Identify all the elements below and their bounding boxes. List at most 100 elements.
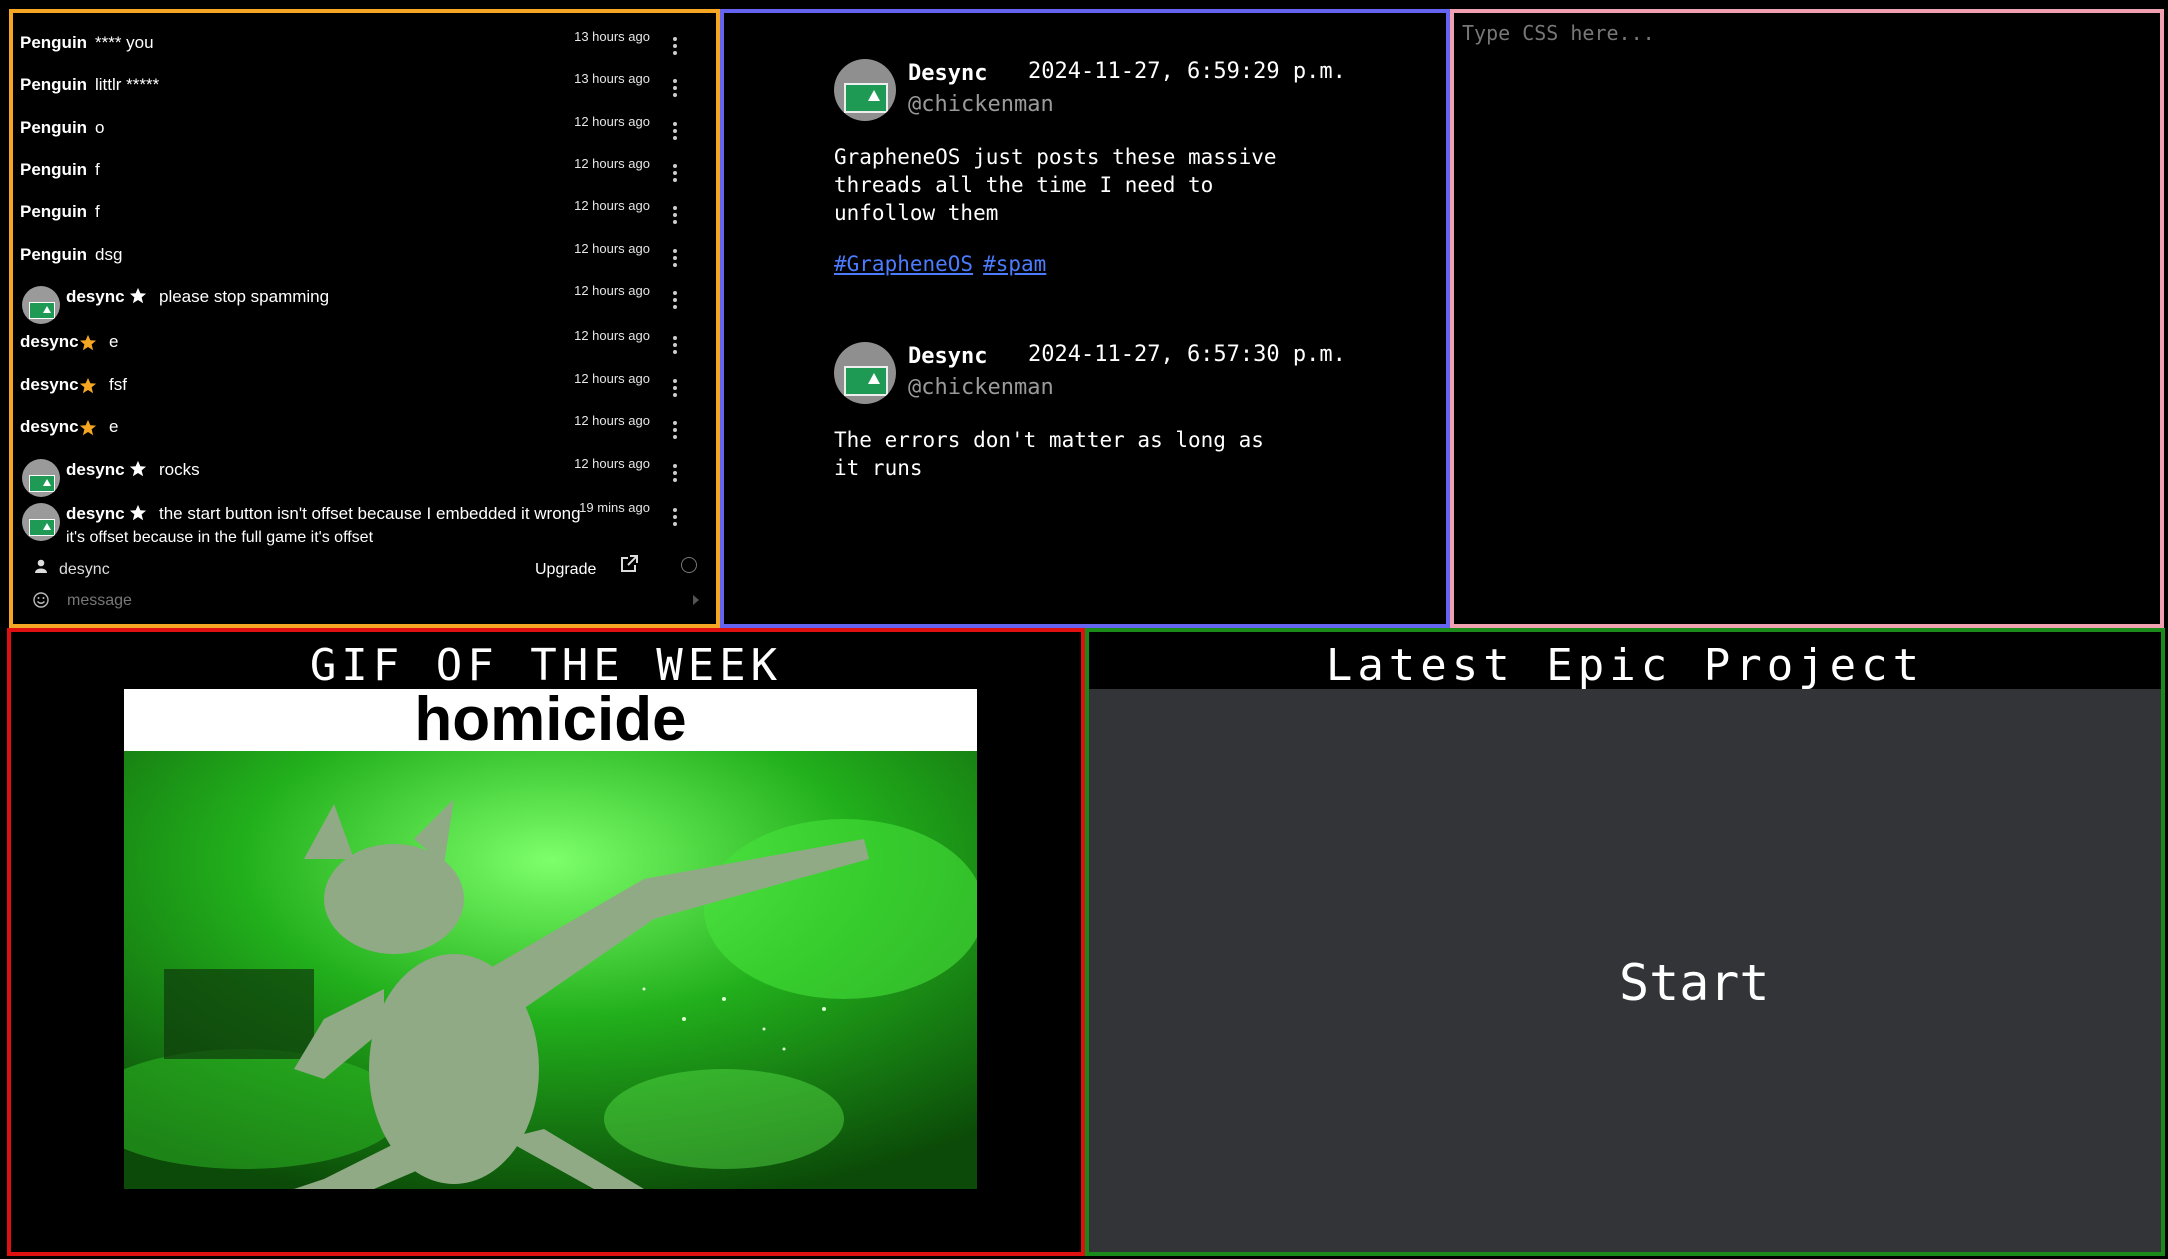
upgrade-link[interactable]: Upgrade (535, 561, 596, 579)
post-date: 2024-11-27, 6:59:29 p.m. (1028, 59, 1346, 84)
chat-message: Penguin f 12 hours ago (20, 146, 716, 186)
chat-message-text: littlr ***** (95, 75, 160, 94)
post-body: The errors don't matter as long as it ru… (834, 428, 1264, 480)
post-avatar[interactable] (834, 59, 896, 121)
post-date: 2024-11-27, 6:57:30 p.m. (1028, 342, 1346, 367)
chat-message-text: f (95, 160, 100, 179)
project-panel: Latest Epic Project Start (1085, 628, 2165, 1256)
external-link-icon[interactable] (619, 554, 639, 574)
chat-message: Penguin dsg 12 hours ago (20, 231, 716, 271)
posts-panel: Desync 2024-11-27, 6:59:29 p.m. @chicken… (720, 9, 1450, 628)
star-icon (129, 287, 147, 304)
more-options-icon[interactable] (672, 249, 678, 271)
chat-message: desync the start button isn't offset beca… (20, 490, 716, 546)
more-options-icon[interactable] (672, 336, 678, 358)
gif-image: homicide (124, 689, 977, 1189)
more-options-icon[interactable] (672, 206, 678, 228)
message-timestamp: 12 hours ago (574, 328, 650, 343)
message-timestamp: 13 hours ago (574, 29, 650, 44)
chat-username[interactable]: Penguin (20, 75, 87, 95)
chat-username[interactable]: desync (66, 460, 125, 480)
chat-message: desync e 12 hours ago (20, 318, 716, 358)
gif-panel: GIF OF THE WEEK homicide (7, 628, 1085, 1256)
star-icon (79, 419, 97, 436)
more-options-icon[interactable] (672, 37, 678, 59)
chat-message-text: dsg (95, 245, 123, 264)
start-button[interactable]: Start (1619, 954, 1770, 1012)
chat-username[interactable]: Penguin (20, 160, 87, 180)
more-options-icon[interactable] (672, 508, 678, 530)
more-options-icon[interactable] (672, 464, 678, 486)
chat-message-text: o (95, 118, 105, 137)
chat-message: Penguin littlr ***** 13 hours ago (20, 61, 716, 101)
post-body: GrapheneOS just posts these massive thre… (834, 145, 1277, 225)
gif-caption: homicide (124, 689, 977, 751)
message-timestamp: 12 hours ago (574, 413, 650, 428)
chat-username[interactable]: desync (66, 504, 125, 524)
post-author[interactable]: Desync (908, 61, 987, 86)
more-options-icon[interactable] (672, 79, 678, 101)
chat-message-text: f (95, 202, 100, 221)
emoji-icon[interactable] (33, 592, 49, 608)
chat-message: Penguin o 12 hours ago (20, 104, 716, 144)
chat-message: desync fsf 12 hours ago (20, 361, 716, 401)
avatar[interactable] (22, 503, 60, 541)
message-timestamp: 12 hours ago (574, 156, 650, 171)
chat-message: Penguin **** you 13 hours ago (20, 19, 716, 59)
chat-username[interactable]: desync (20, 332, 79, 352)
chat-message: desync rocks 12 hours ago (20, 446, 716, 497)
post-tags: #GrapheneOS #spam (834, 252, 1056, 276)
status-circle-icon[interactable] (681, 557, 697, 573)
hashtag-link[interactable]: #spam (983, 252, 1046, 276)
chat-message-text: e (109, 417, 119, 436)
chat-message-text: fsf (109, 375, 127, 394)
chat-message-text: e (109, 332, 119, 351)
project-embed[interactable]: Start (1089, 689, 2161, 1252)
chat-message: desync e 12 hours ago (20, 403, 716, 443)
css-input[interactable] (1460, 19, 2154, 613)
message-timestamp: 12 hours ago (574, 114, 650, 129)
chat-message-text-continued: it's offset because in the full game it'… (66, 529, 374, 546)
chat-message: Penguin f 12 hours ago (20, 188, 716, 228)
message-timestamp: 12 hours ago (574, 371, 650, 386)
user-icon (35, 559, 47, 573)
chat-username[interactable]: Penguin (20, 245, 87, 265)
message-timestamp: 12 hours ago (574, 198, 650, 213)
message-timestamp: 12 hours ago (574, 283, 650, 298)
chat-message-text: the start button isn't offset because I … (159, 504, 581, 523)
chat-message-text: please stop spamming (159, 287, 330, 306)
post-handle[interactable]: @chickenman (908, 92, 1054, 117)
chat-username[interactable]: desync (66, 287, 125, 307)
gif-panel-title: GIF OF THE WEEK (309, 640, 783, 691)
message-timestamp: 13 hours ago (574, 71, 650, 86)
hashtag-link[interactable]: #GrapheneOS (834, 252, 973, 276)
chat-panel: Penguin **** you 13 hours ago Penguin littlr… (9, 9, 720, 628)
star-icon (79, 377, 97, 394)
chat-message-text: rocks (159, 460, 200, 479)
post-avatar[interactable] (834, 342, 896, 404)
chat-username[interactable]: Penguin (20, 118, 87, 138)
current-username[interactable]: desync (59, 561, 110, 579)
message-timestamp: 12 hours ago (574, 456, 650, 471)
send-icon[interactable] (693, 595, 699, 605)
more-options-icon[interactable] (672, 421, 678, 443)
post-author[interactable]: Desync (908, 344, 987, 369)
chat-message: desync please stop spamming 12 hours ago (20, 273, 716, 324)
chat-username[interactable]: Penguin (20, 33, 87, 53)
star-icon (129, 504, 147, 521)
css-editor-panel (1450, 9, 2164, 628)
more-options-icon[interactable] (672, 164, 678, 186)
more-options-icon[interactable] (672, 122, 678, 144)
chat-footer: desync Upgrade (13, 548, 716, 624)
more-options-icon[interactable] (672, 379, 678, 401)
chat-username[interactable]: desync (20, 417, 79, 437)
star-icon (79, 334, 97, 351)
message-timestamp: 12 hours ago (574, 241, 650, 256)
post-handle[interactable]: @chickenman (908, 375, 1054, 400)
message-input[interactable] (65, 588, 669, 614)
message-timestamp: 19 mins ago (579, 500, 650, 515)
project-panel-title: Latest Epic Project (1325, 640, 1925, 691)
more-options-icon[interactable] (672, 291, 678, 313)
chat-username[interactable]: desync (20, 375, 79, 395)
chat-username[interactable]: Penguin (20, 202, 87, 222)
